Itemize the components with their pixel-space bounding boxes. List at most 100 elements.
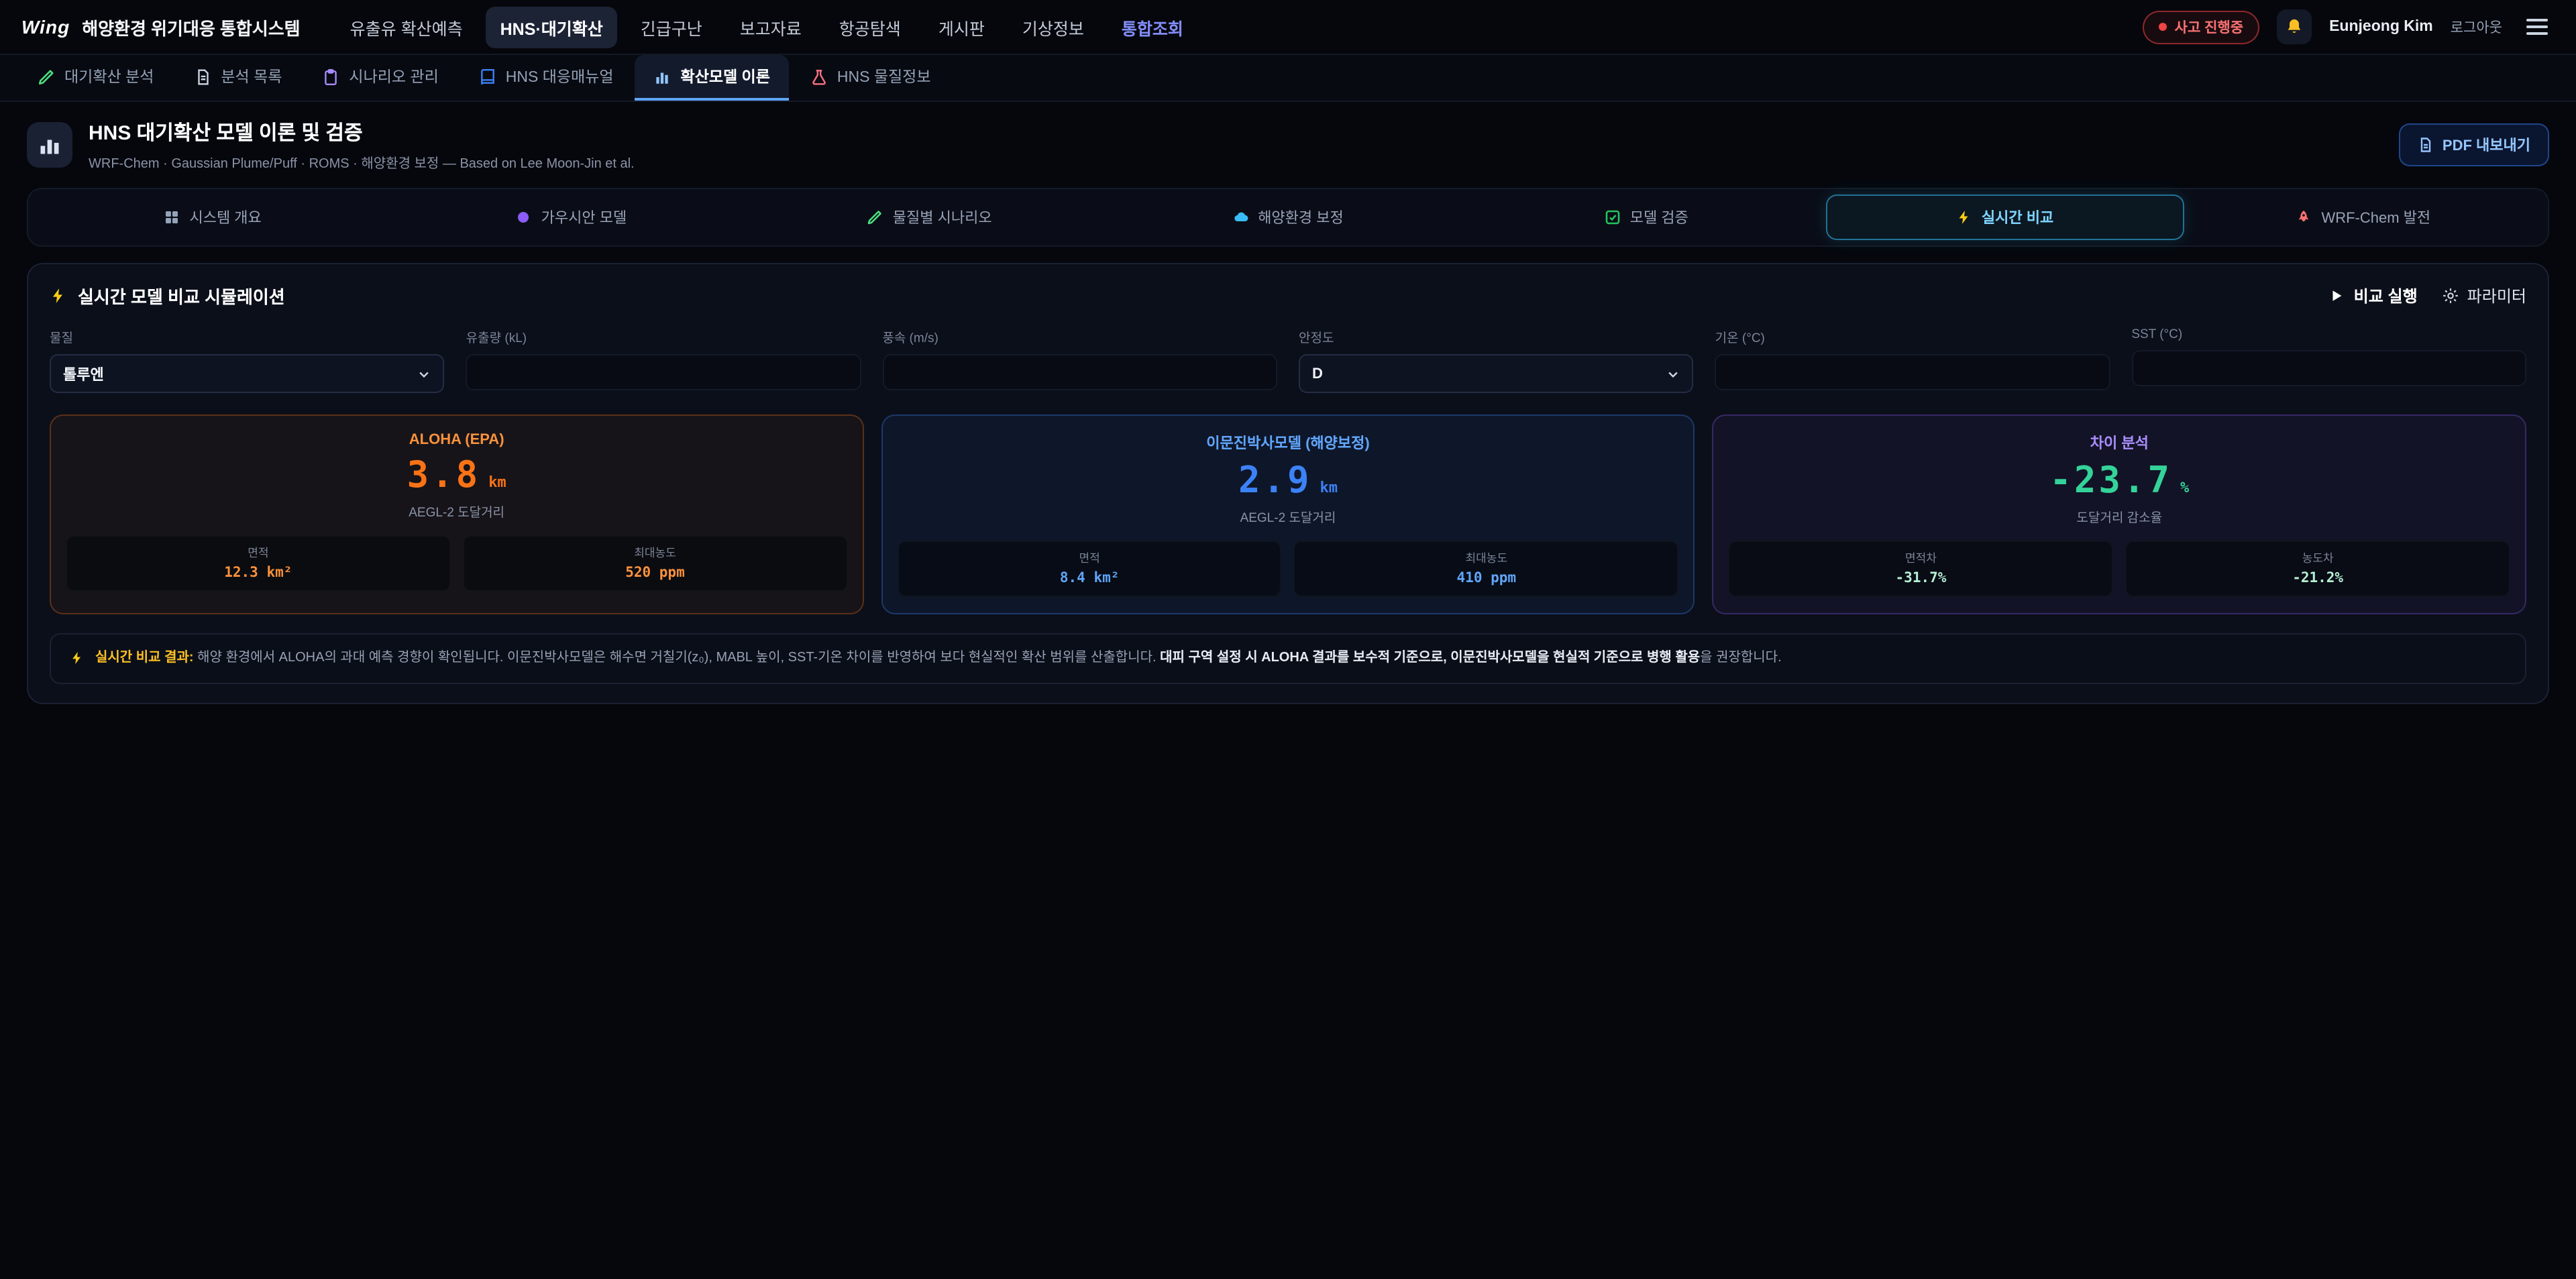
- result-card-title: 이문진박사모델 (해양보정): [897, 432, 1678, 453]
- air-temperature-input[interactable]: [1715, 354, 2110, 390]
- section-label: 가우시안 모델: [541, 207, 627, 228]
- tab-label: 분석 목록: [221, 66, 282, 87]
- simulation-title-text: 실시간 모델 비교 시뮬레이션: [78, 283, 285, 309]
- pdf-export-button[interactable]: PDF 내보내기: [2400, 123, 2549, 166]
- parameters-button[interactable]: 파라미터: [2442, 284, 2526, 307]
- result-caption: AEGL-2 도달거리: [897, 507, 1678, 526]
- bar-chart-icon: [654, 68, 672, 85]
- control-air-temperature: 기온 (°C): [1715, 327, 2110, 393]
- tab-analysis-list[interactable]: 분석 목록: [175, 55, 301, 101]
- tab-atmospheric-analysis[interactable]: 대기확산 분석: [19, 55, 172, 101]
- result-value: -23.7: [2049, 463, 2172, 499]
- tab-scenario-management[interactable]: 시나리오 관리: [303, 55, 457, 101]
- stat-value: -21.2%: [2132, 570, 2504, 586]
- section-item-model-validation[interactable]: 모델 검증: [1467, 194, 1825, 240]
- section-item-gaussian-model[interactable]: 가우시안 모델: [392, 194, 750, 240]
- substance-select[interactable]: 톨루엔: [50, 354, 445, 393]
- release-volume-input[interactable]: [466, 354, 861, 390]
- tab-hns-response-manual[interactable]: HNS 대응매뉴얼: [460, 55, 633, 101]
- result-card-title: ALOHA (EPA): [66, 432, 847, 448]
- tab-hns-substance-info[interactable]: HNS 물질정보: [792, 55, 950, 101]
- result-unit: %: [2180, 479, 2189, 496]
- page-subtitle: WRF-Chem · Gaussian Plume/Puff · ROMS · …: [89, 152, 2383, 172]
- nav-item-board[interactable]: 게시판: [924, 6, 1000, 48]
- stat-area: 면적 12.3 km²: [66, 535, 451, 592]
- app-logo[interactable]: Wing: [21, 16, 70, 38]
- flask-icon: [810, 68, 828, 85]
- stat-label: 최대농도: [470, 545, 841, 561]
- page-header-chart-icon: [27, 122, 72, 168]
- section-item-system-overview[interactable]: 시스템 개요: [34, 194, 392, 240]
- nav-item-integrated-search[interactable]: 통합조회: [1107, 6, 1198, 48]
- control-label: 기온 (°C): [1715, 327, 2110, 346]
- control-substance: 물질 톨루엔: [50, 327, 445, 393]
- chevron-down-icon: [1667, 367, 1680, 380]
- nav-item-weather-info[interactable]: 기상정보: [1008, 6, 1099, 48]
- stat-label: 농도차: [2132, 550, 2504, 566]
- stat-max-concentration: 최대농도 410 ppm: [1294, 541, 1679, 597]
- tab-label: 시나리오 관리: [349, 66, 438, 87]
- module-tab-bar: 대기확산 분석 분석 목록 시나리오 관리 HNS 대응매뉴얼 확산모델 이론 …: [0, 55, 2576, 102]
- sst-input[interactable]: [2131, 350, 2526, 386]
- stability-select[interactable]: D: [1299, 354, 1694, 393]
- comparison-results: ALOHA (EPA) 3.8 km AEGL-2 도달거리 면적 12.3 k…: [50, 414, 2526, 614]
- result-value-row: 3.8 km: [66, 457, 847, 494]
- section-item-realtime-comparison[interactable]: 실시간 비교: [1825, 194, 2184, 240]
- chevron-down-icon: [418, 367, 431, 380]
- lightning-icon: [50, 287, 67, 304]
- incident-status-badge[interactable]: 사고 진행중: [2143, 10, 2259, 44]
- section-item-wrf-chem-evolution[interactable]: WRF-Chem 발전: [2184, 194, 2542, 240]
- lightning-icon: [1956, 209, 1972, 225]
- nav-item-aerial-search[interactable]: 항공탐색: [824, 6, 916, 48]
- result-caption: 도달거리 감소율: [1729, 507, 2510, 526]
- nav-item-oil-spill[interactable]: 유출유 확산예측: [335, 6, 478, 48]
- stat-area-difference: 면적차 -31.7%: [1729, 541, 2114, 597]
- run-comparison-button[interactable]: 비교 실행: [2330, 284, 2418, 307]
- brand: Wing 해양환경 위기대응 통합시스템: [21, 14, 301, 40]
- section-item-marine-correction[interactable]: 해양환경 보정: [1109, 194, 1467, 240]
- result-caption: AEGL-2 도달거리: [66, 502, 847, 520]
- wind-speed-input[interactable]: [882, 354, 1277, 390]
- control-label: SST (°C): [2131, 327, 2526, 342]
- result-stats: 면적 12.3 km² 최대농도 520 ppm: [66, 535, 847, 592]
- pencil-icon: [867, 209, 883, 225]
- stat-area: 면적 8.4 km²: [897, 541, 1282, 597]
- result-value: 2.9: [1238, 463, 1312, 499]
- section-label: 해양환경 보정: [1258, 207, 1344, 228]
- result-unit: km: [488, 474, 506, 491]
- app-title: 해양환경 위기대응 통합시스템: [82, 14, 300, 40]
- incident-dot-icon: [2159, 23, 2167, 31]
- notification-bell-icon[interactable]: [2277, 9, 2312, 44]
- nav-item-hns-atmospheric[interactable]: HNS·대기확산: [486, 6, 618, 48]
- realtime-comparison-card: 실시간 모델 비교 시뮬레이션 비교 실행 파라미터 물질: [27, 263, 2549, 704]
- main-content: 실시간 모델 비교 시뮬레이션 비교 실행 파라미터 물질: [0, 247, 2576, 720]
- logout-button[interactable]: 로그아웃: [2451, 17, 2502, 37]
- result-card-lee-moonjin-model: 이문진박사모델 (해양보정) 2.9 km AEGL-2 도달거리 면적 8.4…: [881, 414, 1695, 614]
- tab-label: 대기확산 분석: [64, 66, 154, 87]
- stat-max-concentration: 최대농도 520 ppm: [463, 535, 848, 592]
- tab-diffusion-model-theory[interactable]: 확산모델 이론: [635, 55, 789, 101]
- simulation-actions: 비교 실행 파라미터: [2330, 284, 2526, 307]
- section-item-substance-scenarios[interactable]: 물질별 시나리오: [751, 194, 1109, 240]
- run-comparison-label: 비교 실행: [2354, 284, 2418, 307]
- lightning-icon: [70, 651, 85, 665]
- play-icon: [2330, 288, 2345, 303]
- nav-item-reports[interactable]: 보고자료: [725, 6, 816, 48]
- tab-label: HNS 대응매뉴얼: [506, 66, 614, 87]
- section-label: 실시간 비교: [1982, 207, 2053, 228]
- parameters-label: 파라미터: [2467, 284, 2526, 307]
- page-header: HNS 대기확산 모델 이론 및 검증 WRF-Chem · Gaussian …: [0, 102, 2576, 185]
- rocket-icon: [2296, 209, 2312, 225]
- hamburger-menu-icon[interactable]: [2520, 12, 2555, 42]
- note-tail: 을 권장합니다.: [1700, 651, 1782, 665]
- stat-value: 12.3 km²: [72, 565, 444, 581]
- stat-label: 면적: [72, 545, 444, 561]
- app-root: Wing 해양환경 위기대응 통합시스템 유출유 확산예측 HNS·대기확산 긴…: [0, 0, 2576, 1279]
- pdf-export-label: PDF 내보내기: [2443, 134, 2530, 156]
- nav-item-emergency-rescue[interactable]: 긴급구난: [626, 6, 717, 48]
- result-card-title: 차이 분석: [1729, 432, 2510, 453]
- result-value-row: -23.7 %: [1729, 463, 2510, 499]
- result-card-difference-analysis: 차이 분석 -23.7 % 도달거리 감소율 면적차 -31.7% 농도차: [1713, 414, 2526, 614]
- book-icon: [479, 68, 496, 85]
- incident-badge-label: 사고 진행중: [2175, 17, 2243, 37]
